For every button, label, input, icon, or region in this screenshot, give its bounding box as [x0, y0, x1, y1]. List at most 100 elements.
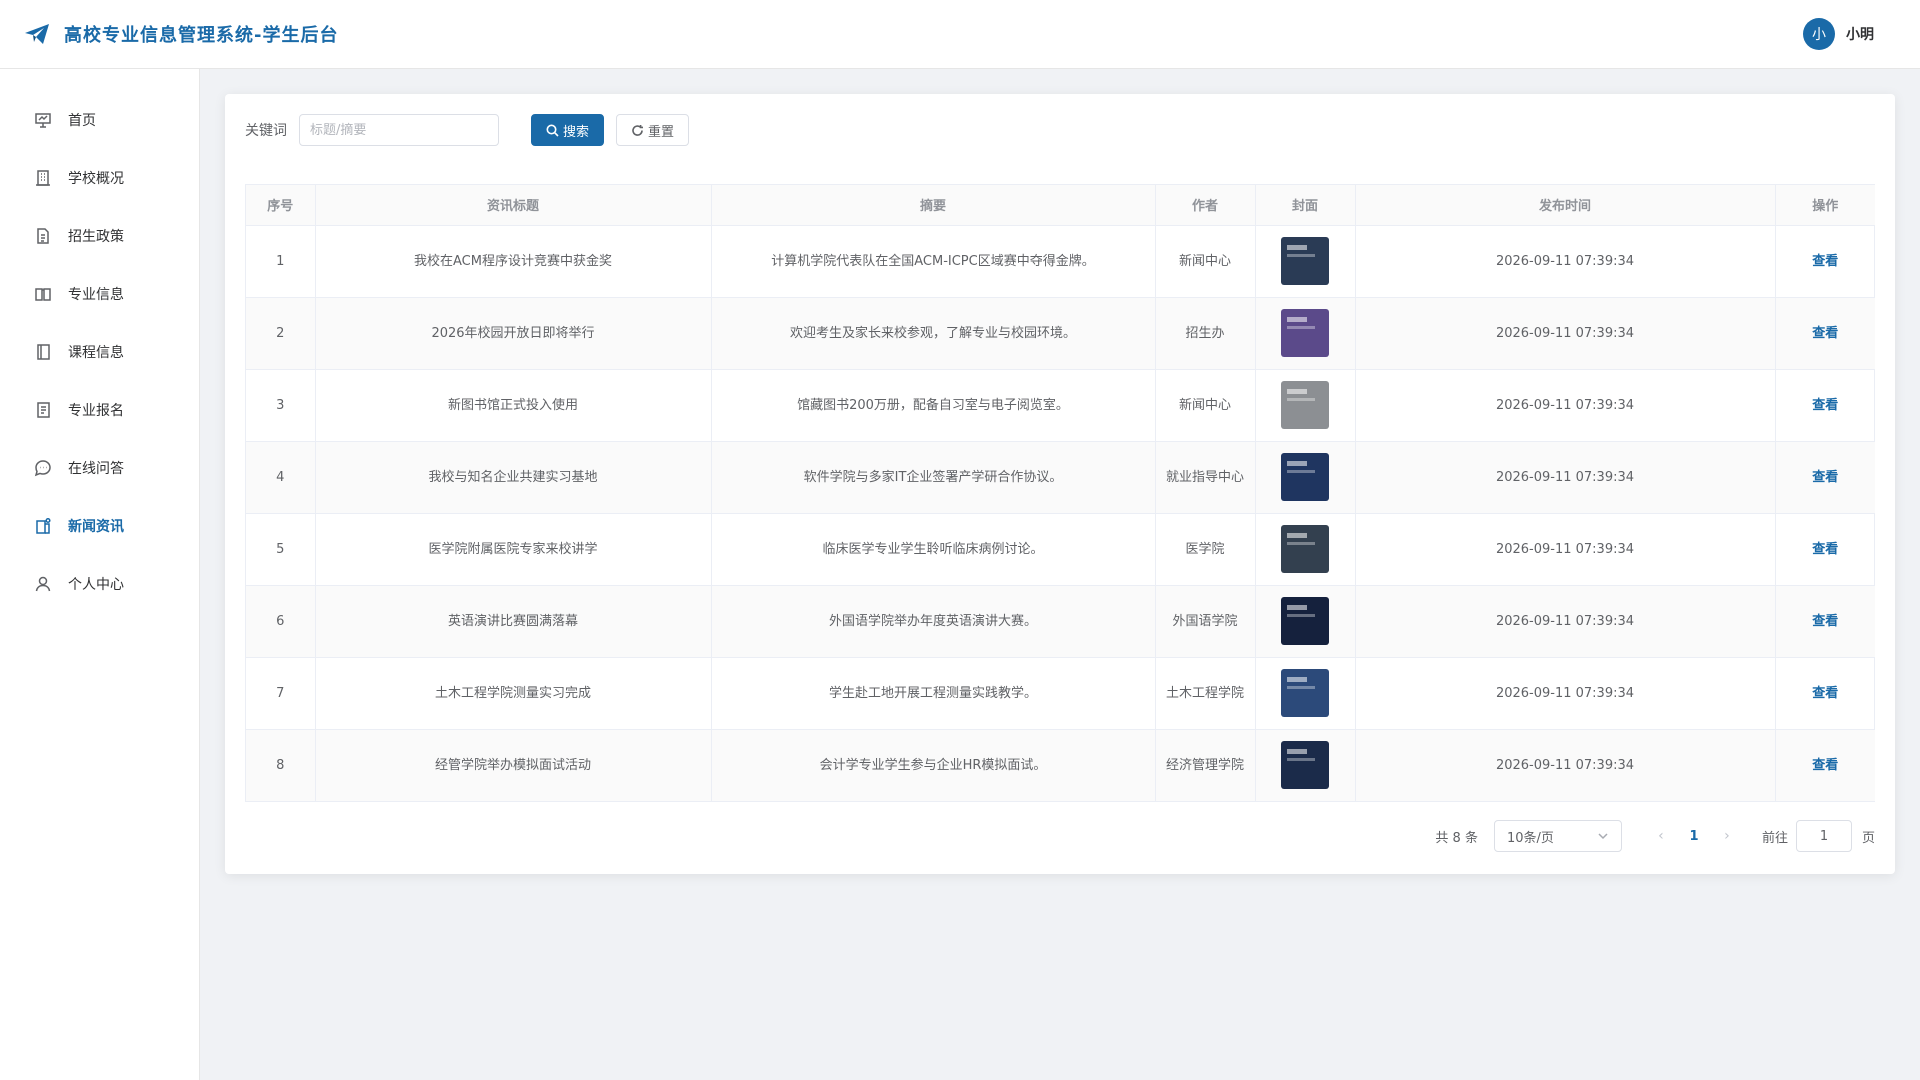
sidebar-item-label: 专业信息	[68, 287, 124, 303]
keyword-input[interactable]	[299, 114, 499, 146]
keyword-label: 关键词	[245, 123, 287, 139]
user-name[interactable]: 小明	[1846, 24, 1874, 44]
search-icon	[546, 124, 559, 137]
cover-image[interactable]	[1281, 669, 1329, 717]
table-row: 1 我校在ACM程序设计竞赛中获金奖 计算机学院代表队在全国ACM-ICPC区域赛中…	[246, 225, 1875, 298]
cell-actions: 查看	[1775, 585, 1875, 658]
sidebar-item-label: 新闻资讯	[68, 519, 124, 535]
column-header-publish-time: 发布时间	[1355, 185, 1776, 226]
brand[interactable]: 高校专业信息管理系统-学生后台	[24, 21, 338, 47]
notebook-icon	[37, 344, 50, 360]
search-button-label: 搜索	[563, 124, 590, 140]
cover-image[interactable]	[1281, 597, 1329, 645]
cell-author: 新闻中心	[1155, 369, 1256, 442]
view-link[interactable]: 查看	[1812, 542, 1838, 557]
cover-image[interactable]	[1281, 309, 1329, 357]
cell-summary: 欢迎考生及家长来校参观，了解专业与校园环境。	[711, 297, 1156, 370]
cell-publish-time: 2026-09-11 07:39:34	[1355, 297, 1776, 370]
reset-button[interactable]: 重置	[616, 114, 690, 146]
sidebar-item-label: 专业报名	[68, 403, 124, 419]
user-icon	[35, 576, 51, 592]
cell-summary: 会计学专业学生参与企业HR模拟面试。	[711, 729, 1156, 801]
sidebar-item-label: 课程信息	[68, 345, 124, 361]
sidebar: 首页 学校概况 招生政策 专业信息 课程信息 专业报名 在线问答 新闻资讯 个人…	[0, 69, 200, 1080]
view-link[interactable]: 查看	[1812, 614, 1838, 629]
column-header-cover: 封面	[1255, 185, 1356, 226]
cell-summary: 软件学院与多家IT企业签署产学研合作协议。	[711, 441, 1156, 514]
next-page-button[interactable]: ›	[1712, 828, 1742, 844]
news-table: 序号 资讯标题 摘要 作者 封面 发布时间 操作 1 我校在ACM程序设计竞赛中获…	[245, 184, 1875, 802]
cell-title: 我校与知名企业共建实习基地	[315, 441, 712, 514]
total-count: 共 8 条	[1435, 830, 1478, 846]
prev-page-button[interactable]: ‹	[1646, 828, 1676, 844]
cell-index: 3	[246, 369, 316, 442]
column-header-author: 作者	[1155, 185, 1256, 226]
cover-image[interactable]	[1281, 741, 1329, 790]
avatar[interactable]: 小	[1803, 18, 1835, 50]
search-button[interactable]: 搜索	[531, 114, 605, 146]
cell-author: 医学院	[1155, 513, 1256, 586]
cell-actions: 查看	[1775, 657, 1875, 730]
sidebar-item-course-info[interactable]: 课程信息	[0, 323, 199, 381]
view-link[interactable]: 查看	[1812, 398, 1838, 413]
cell-cover	[1255, 513, 1356, 586]
page-size-value: 10条/页	[1506, 830, 1554, 846]
cell-cover	[1255, 225, 1356, 298]
goto-label: 前往	[1761, 830, 1788, 846]
cell-actions: 查看	[1775, 513, 1875, 586]
sidebar-item-news[interactable]: 新闻资讯	[0, 497, 199, 555]
goto-suffix: 页	[1861, 830, 1875, 846]
cell-publish-time: 2026-09-11 07:39:34	[1355, 513, 1776, 586]
cover-image[interactable]	[1281, 237, 1329, 285]
cell-cover	[1255, 729, 1356, 801]
cell-actions: 查看	[1775, 297, 1875, 370]
view-link[interactable]: 查看	[1812, 254, 1838, 269]
cell-author: 招生办	[1155, 297, 1256, 370]
table-row: 7 土木工程学院测量实习完成 学生赴工地开展工程测量实践教学。 土木工程学院 2026-…	[246, 657, 1875, 730]
column-header-summary: 摘要	[711, 185, 1156, 226]
cell-author: 就业指导中心	[1155, 441, 1256, 514]
sidebar-item-major-info[interactable]: 专业信息	[0, 265, 199, 323]
cell-index: 5	[246, 513, 316, 586]
sidebar-item-personal-center[interactable]: 个人中心	[0, 555, 199, 613]
sidebar-item-online-qa[interactable]: 在线问答	[0, 439, 199, 497]
cell-title: 新图书馆正式投入使用	[315, 369, 712, 442]
cell-title: 经管学院举办模拟面试活动	[315, 729, 712, 801]
presentation-icon	[35, 113, 51, 128]
cell-publish-time: 2026-09-11 07:39:34	[1355, 225, 1776, 298]
table-row: 6 英语演讲比赛圆满落幕 外国语学院举办年度英语演讲大赛。 外国语学院 2026-09-…	[246, 585, 1875, 658]
sidebar-item-label: 在线问答	[68, 461, 124, 477]
cell-publish-time: 2026-09-11 07:39:34	[1355, 441, 1776, 514]
view-link[interactable]: 查看	[1812, 686, 1838, 701]
sidebar-item-admission-policy[interactable]: 招生政策	[0, 207, 199, 265]
cell-title: 医学院附属医院专家来校讲学	[315, 513, 712, 586]
sidebar-item-label: 个人中心	[68, 577, 124, 593]
sidebar-item-major-registration[interactable]: 专业报名	[0, 381, 199, 439]
sidebar-item-school-overview[interactable]: 学校概况	[0, 149, 199, 207]
sidebar-item-label: 学校概况	[68, 171, 124, 187]
cell-index: 1	[246, 225, 316, 298]
column-header-index: 序号	[246, 185, 316, 226]
page-number[interactable]: 1	[1676, 829, 1712, 844]
cell-actions: 查看	[1775, 225, 1875, 298]
cell-index: 8	[246, 729, 316, 801]
view-link[interactable]: 查看	[1812, 758, 1838, 773]
cover-image[interactable]	[1281, 381, 1329, 429]
goto-page-input[interactable]	[1795, 820, 1852, 852]
pagination: 共 8 条 10条/页 ‹ 1 › 前往 页	[1435, 820, 1875, 852]
refresh-icon	[632, 124, 644, 136]
view-link[interactable]: 查看	[1812, 470, 1838, 485]
cell-summary: 临床医学专业学生聆听临床病例讨论。	[711, 513, 1156, 586]
user-menu[interactable]: 小 小明	[1803, 18, 1874, 50]
cover-image[interactable]	[1281, 525, 1329, 573]
cell-publish-time: 2026-09-11 07:39:34	[1355, 585, 1776, 658]
cell-summary: 学生赴工地开展工程测量实践教学。	[711, 657, 1156, 730]
cell-author: 经济管理学院	[1155, 729, 1256, 801]
table-row: 4 我校与知名企业共建实习基地 软件学院与多家IT企业签署产学研合作协议。 就业指导中…	[246, 441, 1875, 514]
sidebar-item-home[interactable]: 首页	[0, 91, 199, 149]
cell-cover	[1255, 369, 1356, 442]
view-link[interactable]: 查看	[1812, 326, 1838, 341]
page-size-select[interactable]: 10条/页	[1493, 820, 1622, 852]
news-icon	[36, 517, 51, 534]
cover-image[interactable]	[1281, 453, 1329, 501]
